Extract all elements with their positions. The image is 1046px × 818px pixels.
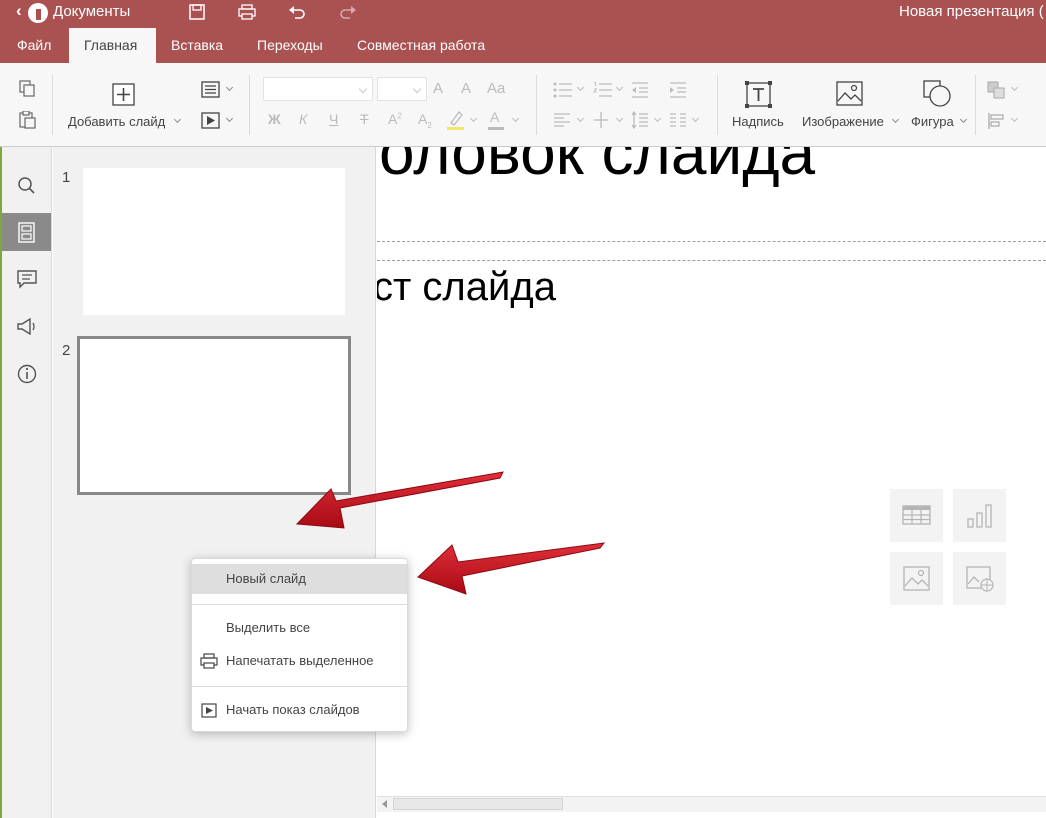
add-slide-icon[interactable] [112, 83, 135, 106]
ribbon-tabs: Файл Главная Вставка Переходы Совместная… [0, 28, 1046, 63]
change-case-button[interactable]: Aa [487, 80, 505, 97]
sidebar-slides[interactable] [2, 213, 51, 251]
subscript-button[interactable]: A2 [418, 111, 432, 130]
horizontal-scrollbar[interactable] [377, 796, 1046, 812]
thumbnail-number: 1 [62, 169, 71, 186]
image-icon [903, 566, 930, 591]
insert-table-button[interactable] [890, 489, 943, 542]
text-box-icon[interactable] [745, 81, 772, 108]
chart-icon [967, 504, 992, 528]
tab-file[interactable]: Файл [2, 28, 66, 63]
insert-image-from-url-button[interactable] [953, 552, 1006, 605]
font-size-select[interactable] [377, 77, 427, 101]
superscript-button[interactable]: A2 [388, 111, 402, 127]
tab-home[interactable]: Главная [69, 28, 156, 63]
slide-thumbnail-1[interactable] [83, 168, 345, 315]
shape-button[interactable]: Фигура [911, 114, 954, 129]
sidebar-search[interactable] [2, 166, 51, 204]
arrange-icon[interactable] [987, 81, 1007, 99]
menu-item-print-selection[interactable]: Напечатать выделенное [192, 646, 407, 676]
menu-item-new-slide[interactable]: Новый слайд [192, 564, 407, 594]
shape-icon[interactable] [923, 80, 952, 107]
slides-icon [18, 222, 35, 243]
align-objects-icon[interactable] [987, 112, 1007, 130]
font-name-select[interactable] [263, 77, 373, 101]
align-left-icon[interactable] [553, 113, 571, 127]
info-icon [17, 364, 37, 384]
search-icon [18, 177, 35, 194]
app-logo-icon [28, 3, 48, 23]
vertical-align-icon[interactable] [593, 111, 609, 129]
sidebar-about[interactable] [2, 354, 51, 392]
slide-title-placeholder[interactable]: оловок слайда [379, 147, 815, 189]
slide-editor[interactable]: оловок слайда ст слайда [377, 147, 1046, 818]
text-color-button[interactable]: A [490, 109, 499, 125]
web-image-icon [966, 566, 994, 592]
increase-indent-icon[interactable] [669, 82, 687, 98]
save-icon[interactable] [188, 4, 206, 20]
text-box-button[interactable]: Надпись [732, 114, 784, 129]
app-name[interactable]: Документы [53, 3, 130, 20]
slideshow-icon[interactable] [201, 112, 221, 130]
insert-image-button[interactable] [890, 552, 943, 605]
copy-icon[interactable] [18, 80, 38, 98]
print-icon[interactable] [238, 4, 256, 20]
megaphone-icon [17, 318, 35, 335]
back-arrow-icon[interactable]: ‹ [16, 1, 22, 21]
increase-font-button[interactable]: A [433, 80, 443, 97]
tab-transitions[interactable]: Переходы [242, 28, 338, 63]
layout-icon[interactable] [201, 81, 221, 99]
add-slide-button[interactable]: Добавить слайд [68, 114, 165, 129]
slide-thumbnail-2[interactable] [77, 336, 351, 495]
text-color-swatch [488, 127, 504, 130]
decrease-indent-icon[interactable] [631, 82, 649, 98]
sidebar-comments[interactable] [2, 260, 51, 298]
insert-chart-button[interactable] [953, 489, 1006, 542]
scroll-left-icon[interactable] [382, 800, 387, 808]
play-icon [201, 703, 217, 718]
image-button[interactable]: Изображение [802, 114, 884, 129]
italic-button[interactable]: К [299, 111, 307, 127]
ribbon-toolbar [0, 63, 1046, 147]
strikethrough-button[interactable]: Т [360, 111, 369, 127]
numbered-list-icon[interactable] [593, 82, 613, 98]
image-icon[interactable] [836, 81, 863, 106]
bold-button[interactable]: Ж [268, 111, 281, 127]
printer-icon [200, 653, 218, 669]
slide-body-placeholder[interactable]: ст слайда [377, 265, 556, 310]
thumbnail-number: 2 [62, 342, 71, 359]
comments-icon [17, 270, 37, 289]
document-title: Новая презентация ( [899, 3, 1044, 20]
line-spacing-icon[interactable] [631, 111, 649, 129]
columns-icon[interactable] [669, 113, 687, 127]
scrollbar-thumb[interactable] [393, 798, 563, 810]
tab-insert[interactable]: Вставка [156, 28, 238, 63]
bullet-list-icon[interactable] [553, 82, 573, 98]
left-sidebar [0, 147, 52, 818]
title-bar: ‹ Документы Новая презентация ( [0, 0, 1046, 28]
menu-item-start-slideshow[interactable]: Начать показ слайдов [192, 695, 407, 725]
undo-icon[interactable] [288, 4, 306, 20]
menu-item-select-all[interactable]: Выделить все [192, 613, 407, 643]
underline-button[interactable]: Ч [329, 111, 338, 127]
context-menu: Новый слайд Выделить все Напечатать выде… [191, 558, 408, 732]
redo-icon [340, 6, 356, 19]
sidebar-feedback[interactable] [2, 307, 51, 345]
decrease-font-button[interactable]: A [461, 80, 471, 97]
highlight-icon[interactable] [446, 109, 466, 131]
paste-icon[interactable] [18, 111, 38, 129]
tab-collaboration[interactable]: Совместная работа [342, 28, 500, 63]
table-icon [902, 505, 931, 525]
